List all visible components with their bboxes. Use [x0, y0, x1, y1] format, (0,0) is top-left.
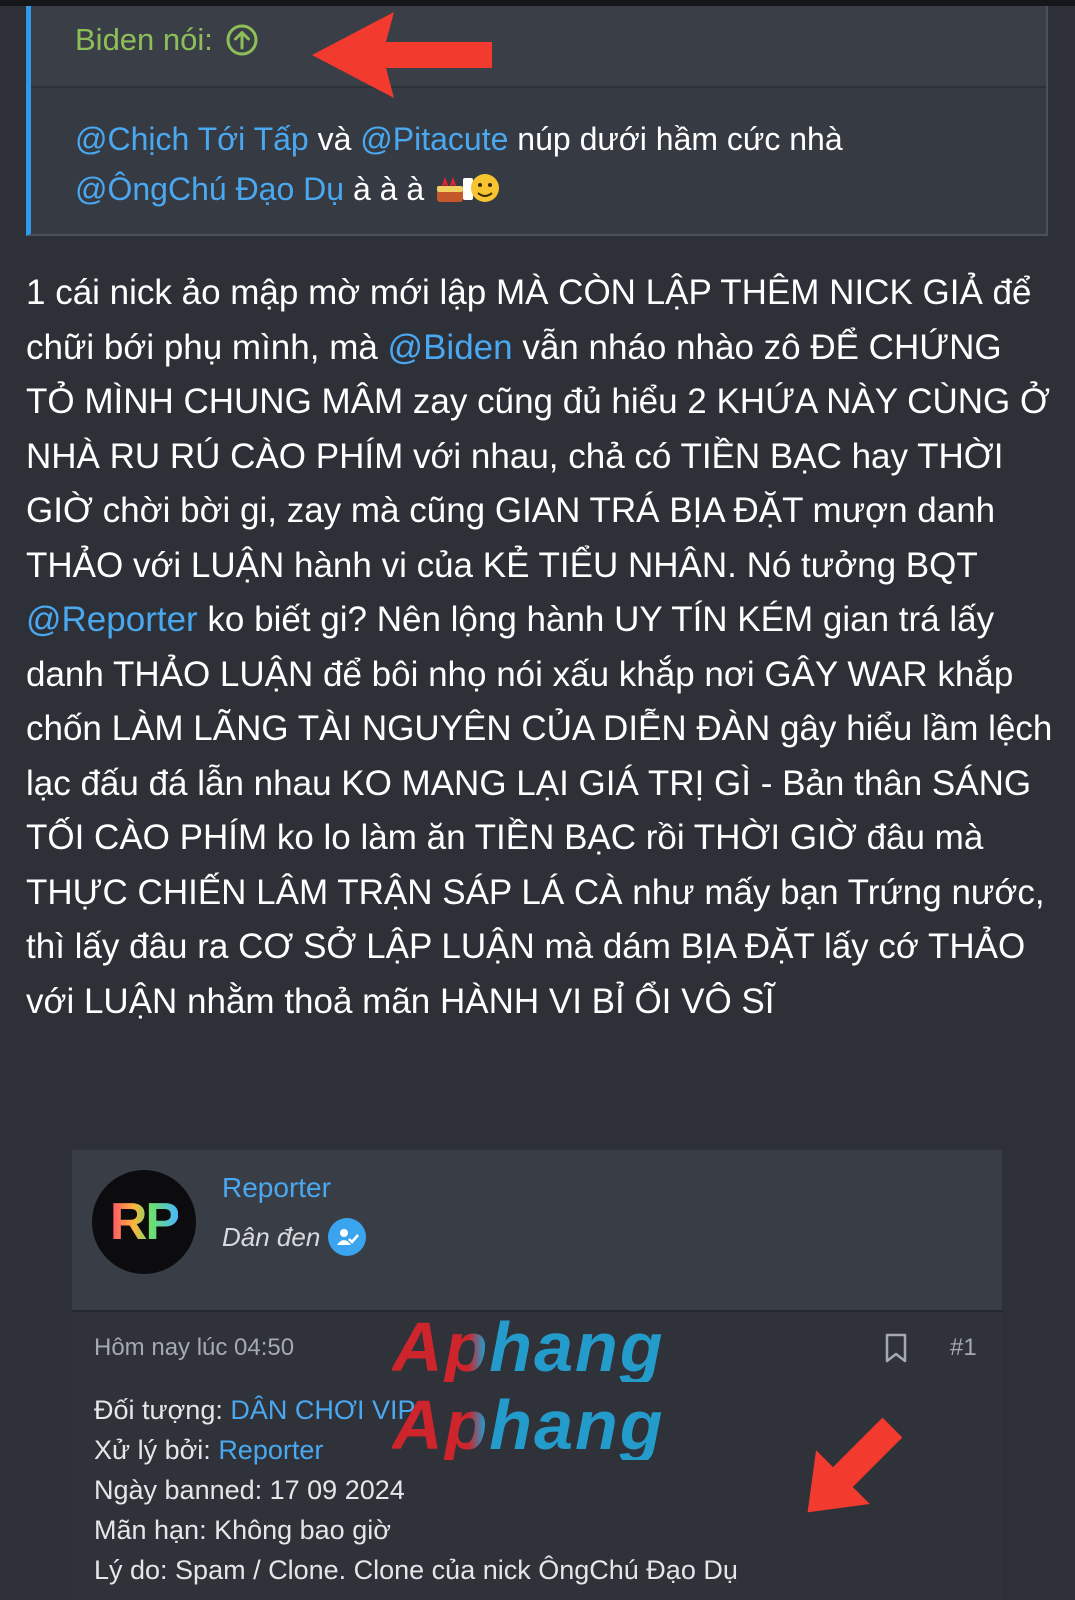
ban-handler-link[interactable]: Reporter [218, 1435, 323, 1465]
ban-target-link[interactable]: DÂN CHƠI VIP [230, 1395, 415, 1425]
profile-title: Dân đen [222, 1218, 367, 1256]
arrow-up-circle-icon[interactable] [225, 23, 259, 57]
label: Đối tượng: [94, 1395, 231, 1425]
mention-link[interactable]: @Pitacute [360, 121, 508, 157]
watermark-logo: Aphang [392, 1308, 665, 1386]
quote-block: Biden nói: @Chịch Tới Tấp và @Pitacute n… [26, 6, 1048, 236]
post-timestamp[interactable]: Hôm nay lúc 04:50 [94, 1334, 294, 1362]
quote-author-link[interactable]: Biden nói: [75, 22, 259, 58]
avatar-initials: RP [109, 1193, 180, 1251]
quote-header: Biden nói: [31, 6, 1046, 88]
post-text: ko biết gi? Nên lộng hành UY TÍN KÉM gia… [26, 600, 1053, 1021]
post-number-link[interactable]: #1 [950, 1334, 977, 1362]
quote-text: núp dưới hầm cức nhà [508, 121, 843, 157]
bookmark-icon[interactable] [882, 1332, 910, 1364]
mention-link[interactable]: @Reporter [26, 600, 198, 639]
label: Xử lý bởi: [94, 1435, 219, 1465]
quote-author-name: Biden nói: [75, 22, 213, 57]
red-arrow-icon [807, 1417, 903, 1513]
ban-date-row: Ngày banned: 17 09 2024 [94, 1475, 405, 1505]
quote-text: à à à [344, 171, 434, 207]
emoji-icon [437, 174, 500, 202]
mention-link[interactable]: @ÔngChú Đạo Dụ [75, 171, 344, 207]
ban-reason-row: Lý do: Spam / Clone. Clone của nick ÔngC… [94, 1555, 738, 1585]
verified-icon [328, 1218, 367, 1256]
post-body: 1 cái nick ảo mập mờ mới lập MÀ CÒN LẬP … [26, 266, 1056, 1029]
avatar[interactable]: RP [92, 1170, 196, 1274]
red-arrow-icon [312, 12, 492, 98]
quote-text: và [308, 121, 361, 157]
quote-body: @Chịch Tới Tấp và @Pitacute núp dưới hầm… [75, 114, 1025, 214]
ban-expiry-row: Mãn hạn: Không bao giờ [94, 1515, 391, 1545]
watermark-logo: Aphang [392, 1386, 665, 1464]
user-title-text: Dân đen [222, 1221, 321, 1252]
mention-link[interactable]: @Chịch Tới Tấp [75, 121, 309, 157]
mention-link[interactable]: @Biden [388, 328, 513, 367]
profile-card[interactable]: RP Reporter Dân đen [72, 1150, 1002, 1313]
profile-name-link[interactable]: Reporter [222, 1172, 331, 1204]
